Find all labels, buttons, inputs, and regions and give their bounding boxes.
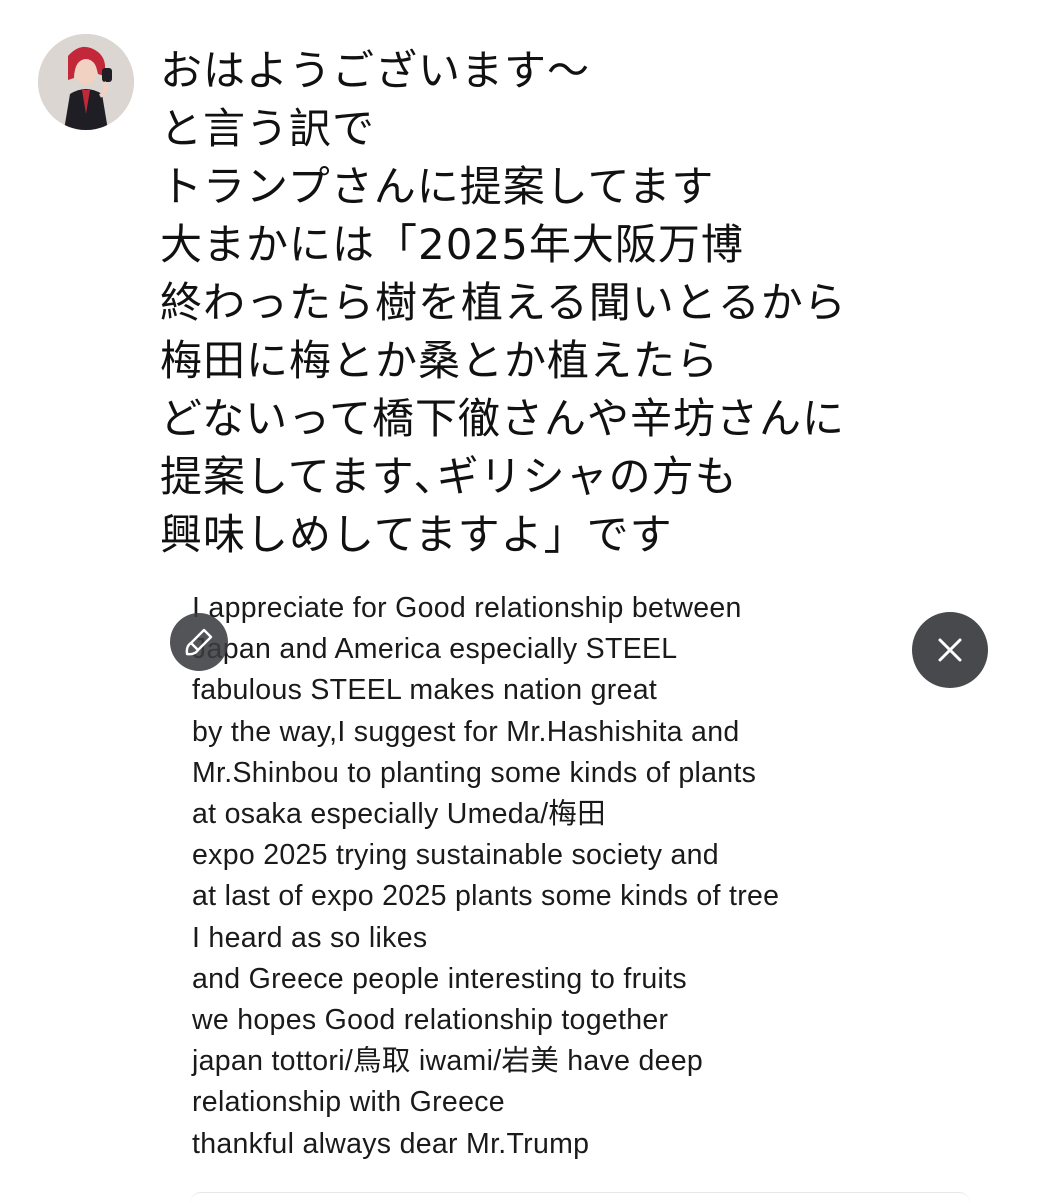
image-text-line: japan tottori/鳥取 iwami/岩美 have deep [192,1045,704,1078]
post-text: おはようございます〜 と言う訳で トランプさんに提案してます 大まかには「202… [160,42,1020,564]
image-text-line: by the way,I suggest for Mr.Hashishita a… [192,715,740,748]
image-text-line: at last of expo 2025 plants some kinds o… [192,880,780,913]
close-icon [938,638,962,662]
post-text-line: 梅田に梅とか桑とか植えたら [160,336,720,385]
post-text-line: おはようございます〜 [160,46,591,95]
image-text-line: expo 2025 trying sustainable society and [192,839,719,872]
post-text-line: 大まかには「2025年大阪万博 [160,220,744,269]
image-text-line: relationship with Greece [192,1086,505,1119]
close-button[interactable] [912,612,988,688]
post-text-line: トランプさんに提案してます [160,162,715,211]
post-text-line: 興味しめしてますよ」です [160,510,673,559]
avatar-illustration [38,34,134,130]
edit-image-button[interactable] [170,613,228,671]
image-text-line: Mr.Shinbou to planting some kinds of pla… [192,756,757,789]
avatar[interactable] [38,34,134,130]
image-text-line: at osaka especially Umeda/梅田 [192,798,606,831]
post-text-line: どないって橋下徹さんや辛坊さんに [160,394,846,443]
next-card-edge [190,1192,970,1203]
brush-icon [185,628,213,656]
post-text-line: 提案してます､ギリシャの方も [160,452,738,501]
image-text-line: I appreciate for Good relationship betwe… [192,592,742,624]
attached-image-text: I appreciate for Good relationship betwe… [192,588,952,1165]
image-text-line: thankful always dear Mr.Trump [192,1127,590,1160]
image-text-line: and Greece people interesting to fruits [192,962,687,995]
post-text-line: 終わったら樹を植える聞いとるから [160,278,847,327]
image-text-line: fabulous STEEL makes nation great [192,674,658,707]
image-text-line: I heard as so likes [192,921,428,954]
post-text-line: と言う訳で [160,104,376,153]
image-text-line: Japan and America especially STEEL [192,633,678,666]
attached-image[interactable]: I appreciate for Good relationship betwe… [0,578,1041,1200]
image-text-line: we hopes Good relationship together [192,1004,669,1037]
